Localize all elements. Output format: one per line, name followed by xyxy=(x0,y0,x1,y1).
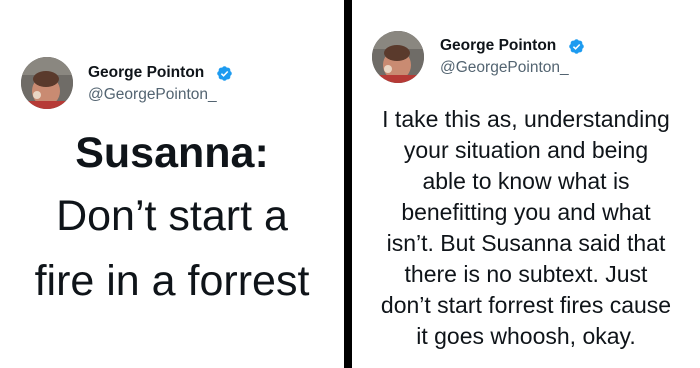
right-tweet-card: George Pointon @GeorgePointon_ I take th… xyxy=(352,0,700,368)
author-name[interactable]: George Pointon xyxy=(440,37,556,55)
author-handle[interactable]: @GeorgePointon_ xyxy=(440,59,569,77)
tweet-text-line: Susanna: xyxy=(75,129,269,177)
tweet-text-line: fire in a forrest xyxy=(34,257,310,305)
divider xyxy=(344,0,352,368)
avatar-photo xyxy=(21,57,73,109)
tweet-body-line: your situation and being xyxy=(403,137,649,163)
avatar-photo xyxy=(372,31,424,83)
tweet-body-line: isn’t. But Susanna said that xyxy=(386,230,666,256)
tweet-body-line: there is no subtext. Just xyxy=(404,261,648,287)
tweet-body-line: don’t start forrest fires cause xyxy=(380,292,672,318)
tweet-text-line: Don’t start a xyxy=(56,192,288,240)
author-name[interactable]: George Pointon xyxy=(88,64,204,82)
tweet-body-line: I take this as, understanding xyxy=(382,106,670,132)
avatar[interactable] xyxy=(21,57,73,109)
author-handle[interactable]: @GeorgePointon_ xyxy=(88,86,217,104)
verified-badge-icon xyxy=(216,65,233,82)
left-tweet-card: George Pointon @GeorgePointon_ Susanna: … xyxy=(0,0,344,368)
tweet-body-line: benefitting you and what xyxy=(401,199,651,225)
tweet-body-line: able to know what is xyxy=(422,168,630,194)
tweet-body-line: it goes whoosh, okay. xyxy=(416,323,636,349)
verified-badge-icon xyxy=(568,38,585,55)
avatar[interactable] xyxy=(372,31,424,83)
